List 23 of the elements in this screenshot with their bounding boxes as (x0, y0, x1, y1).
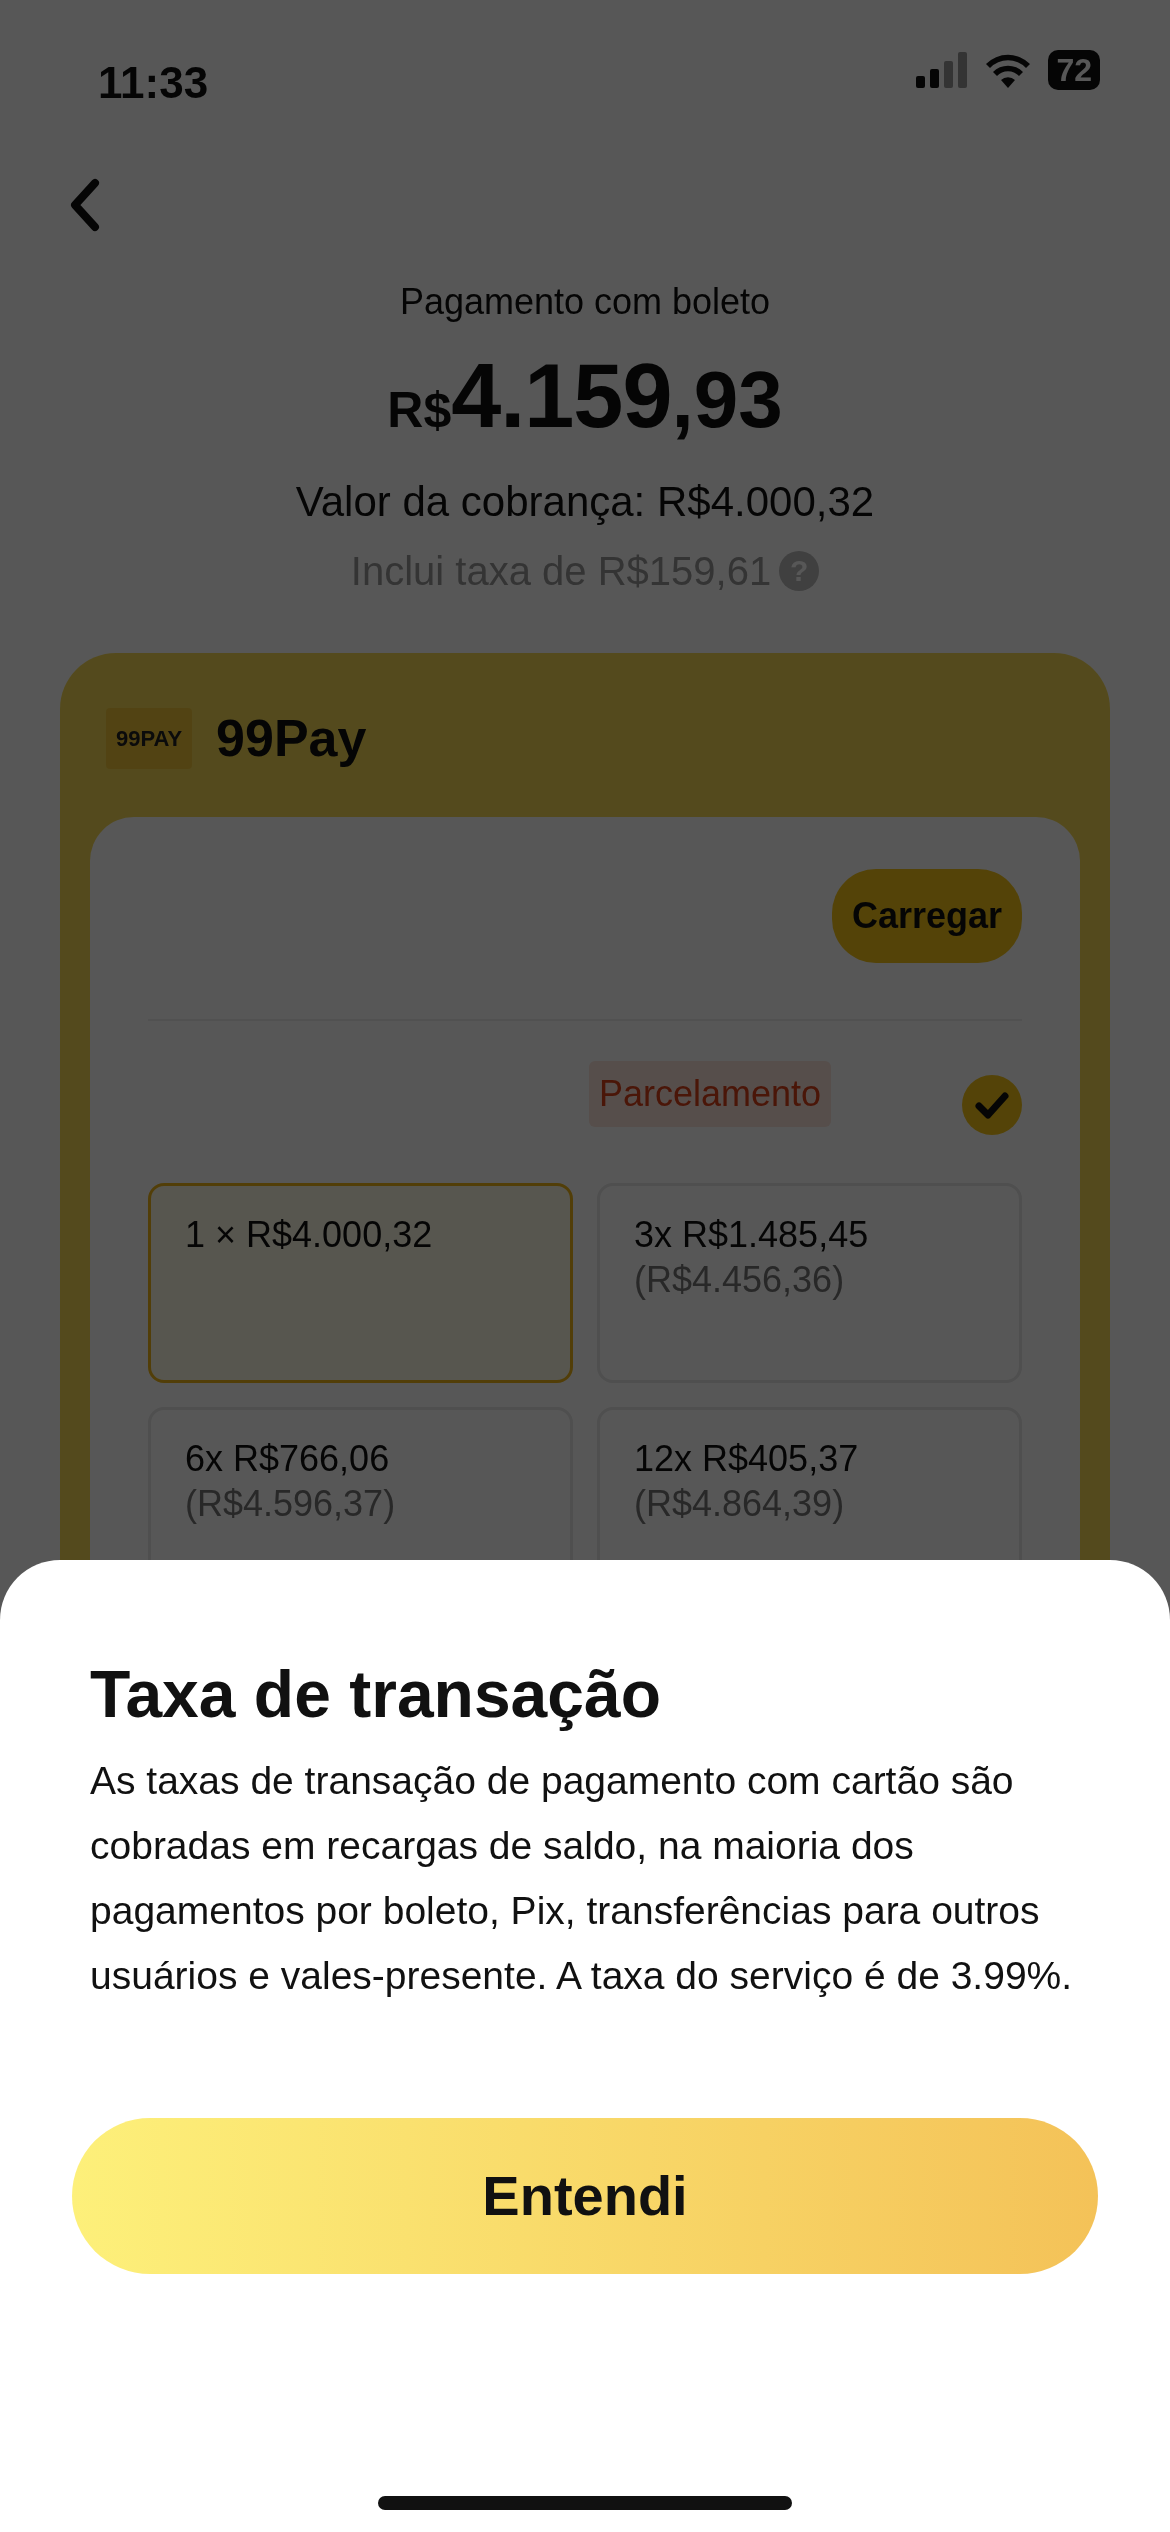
option-label: 6x R$766,06 (185, 1437, 391, 1481)
amount-whole: 4.159 (451, 345, 672, 448)
wifi-icon (984, 52, 1033, 88)
option-label: 12x R$405,37 (634, 1437, 860, 1481)
wallet-logo: 99PAY (106, 707, 193, 769)
help-icon[interactable]: ? (779, 551, 820, 591)
check-icon[interactable] (962, 1075, 1022, 1135)
status-time: 11:33 (98, 57, 209, 109)
amount-cents: ,93 (671, 354, 783, 446)
installment-option[interactable]: 1 × R$4.000,32 (148, 1183, 573, 1383)
confirm-button[interactable]: Entendi (72, 2118, 1098, 2275)
currency-symbol: R$ (387, 382, 452, 440)
option-label: 3x R$1.485,45 (634, 1213, 870, 1257)
installment-tag: Parcelamento (588, 1061, 832, 1127)
wallet-name: 99Pay (216, 708, 367, 769)
load-button[interactable]: Carregar (831, 869, 1022, 963)
battery-indicator: 72 (1048, 50, 1100, 90)
charge-value: Valor da cobrança: R$4.000,32 (294, 477, 876, 527)
payment-type: Pagamento com boleto (398, 280, 772, 324)
sheet-title: Taxa de transação (90, 1656, 663, 1733)
sheet-description: As taxas de transação de pagamento com cartão são cobradas em recargas de saldo, na maioria dos pagamentos por boleto, Pix, transferências para outros usuários e vales-presente. A taxa do serviço é de 3.99%. (90, 1758, 1074, 2000)
option-label: 1 × R$4.000,32 (185, 1213, 434, 1257)
signal-icon (916, 52, 969, 88)
